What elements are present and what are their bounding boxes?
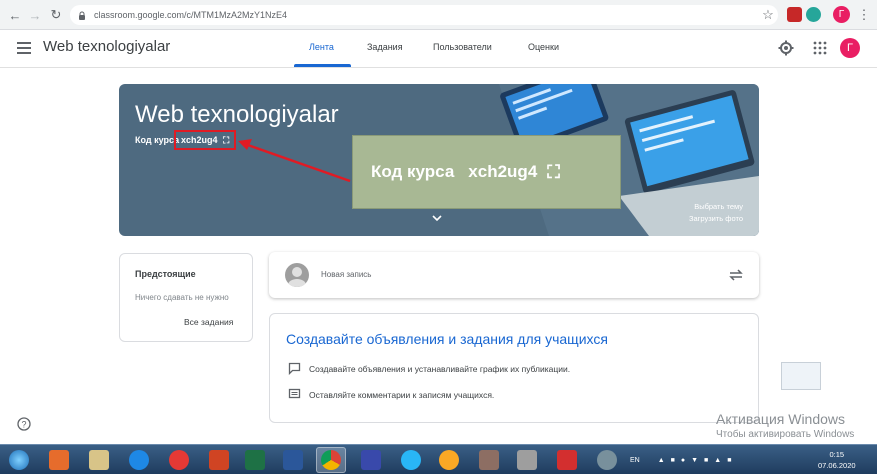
address-bar[interactable]: classroom.google.com/c/MTM1MzA2MzY1NzE4 <box>70 5 778 25</box>
profile-avatar[interactable]: Г <box>833 6 850 23</box>
tab-people[interactable]: Пользователи <box>433 42 492 52</box>
classroom-header: Web texnologiyalar Лента Задания Пользов… <box>0 31 877 68</box>
taskbar-app-icon[interactable] <box>434 447 464 473</box>
taskbar-app-icon[interactable] <box>240 447 270 473</box>
account-avatar[interactable]: Г <box>840 38 860 58</box>
floating-thumbnail[interactable] <box>781 362 821 390</box>
course-code-callout: Код курса xch2ug4 ⛶ <box>352 135 621 209</box>
taskbar-app-icon[interactable] <box>316 447 346 473</box>
back-icon[interactable]: ← <box>5 5 25 25</box>
forward-icon[interactable]: → <box>25 5 45 25</box>
callout-code: xch2ug4 <box>468 162 538 181</box>
taskbar-app-icon[interactable] <box>356 447 386 473</box>
info-row: Создавайте объявления и устанавливайте г… <box>288 362 570 375</box>
select-theme-link[interactable]: Выбрать тему <box>694 202 743 211</box>
taskbar-app-icon[interactable] <box>124 447 154 473</box>
taskbar-app-icon[interactable] <box>552 447 582 473</box>
course-code-label: Код курса <box>135 135 180 145</box>
new-post-placeholder[interactable]: Новая запись <box>321 270 371 279</box>
tab-grades[interactable]: Оценки <box>528 42 559 52</box>
announcement-icon <box>288 362 301 375</box>
taskbar-app-icon[interactable] <box>44 447 74 473</box>
language-indicator[interactable]: EN <box>630 457 640 464</box>
svg-text:?: ? <box>21 420 26 430</box>
reload-icon[interactable]: ↻ <box>46 5 66 25</box>
taskbar-app-icon[interactable] <box>512 447 542 473</box>
active-tab-indicator <box>294 64 351 67</box>
callout-label: Код курса <box>371 162 455 181</box>
extension-icon[interactable] <box>806 7 821 22</box>
upcoming-title: Предстоящие <box>135 269 196 279</box>
new-post-box[interactable]: Новая запись <box>269 252 759 298</box>
taskbar-app-icon[interactable] <box>84 447 114 473</box>
main-menu-icon[interactable] <box>17 42 31 54</box>
info-card: Создавайте объявления и задания для учащ… <box>269 313 759 423</box>
browser-menu-icon[interactable]: ⋮ <box>854 5 874 25</box>
taskbar-app-icon[interactable] <box>592 447 622 473</box>
repost-icon[interactable] <box>728 267 744 283</box>
banner-title: Web texnologiyalar <box>135 101 339 128</box>
gear-icon[interactable] <box>778 40 794 56</box>
system-clock[interactable]: 0:15 07.06.2020 <box>818 449 856 471</box>
upload-photo-link[interactable]: Загрузить фото <box>689 214 743 223</box>
lock-icon <box>79 11 85 20</box>
upcoming-empty-text: Ничего сдавать не нужно <box>135 293 229 302</box>
taskbar-app-icon[interactable] <box>396 447 426 473</box>
tab-classwork[interactable]: Задания <box>367 42 403 52</box>
comment-icon <box>288 388 301 399</box>
browser-toolbar: ← → ↻ classroom.google.com/c/MTM1MzA2MzY… <box>0 0 877 30</box>
bookmark-star-icon[interactable]: ☆ <box>758 5 778 25</box>
class-title[interactable]: Web texnologiyalar <box>43 38 170 55</box>
view-all-link[interactable]: Все задания <box>184 317 233 327</box>
upcoming-card: Предстоящие Ничего сдавать не нужно Все … <box>119 253 253 342</box>
info-row: Оставляйте комментарии к записям учащихс… <box>288 388 494 401</box>
apps-grid-icon[interactable] <box>812 40 828 56</box>
system-tray: EN ▲■●▼■▲■ <box>630 445 737 474</box>
windows-activation-watermark: Активация Windows Чтобы активировать Win… <box>716 411 855 440</box>
info-title: Создавайте объявления и задания для учащ… <box>286 331 608 347</box>
start-button[interactable] <box>4 447 34 473</box>
taskbar-app-icon[interactable] <box>278 447 308 473</box>
tab-stream[interactable]: Лента <box>309 42 334 52</box>
url-text: classroom.google.com/c/MTM1MzA2MzY1NzE4 <box>94 10 288 20</box>
windows-taskbar: EN ▲■●▼■▲■ 0:15 07.06.2020 <box>0 444 877 474</box>
extension-icon[interactable] <box>787 7 802 22</box>
chevron-down-icon[interactable] <box>432 214 442 222</box>
user-avatar-icon <box>285 263 309 287</box>
taskbar-app-icon[interactable] <box>204 447 234 473</box>
tray-icons[interactable]: ▲■●▼■▲■ <box>658 457 738 464</box>
taskbar-app-icon[interactable] <box>474 447 504 473</box>
code-highlight-box <box>174 130 236 150</box>
taskbar-app-icon[interactable] <box>164 447 194 473</box>
fullscreen-icon: ⛶ <box>547 161 560 182</box>
help-icon[interactable]: ? <box>17 417 31 431</box>
